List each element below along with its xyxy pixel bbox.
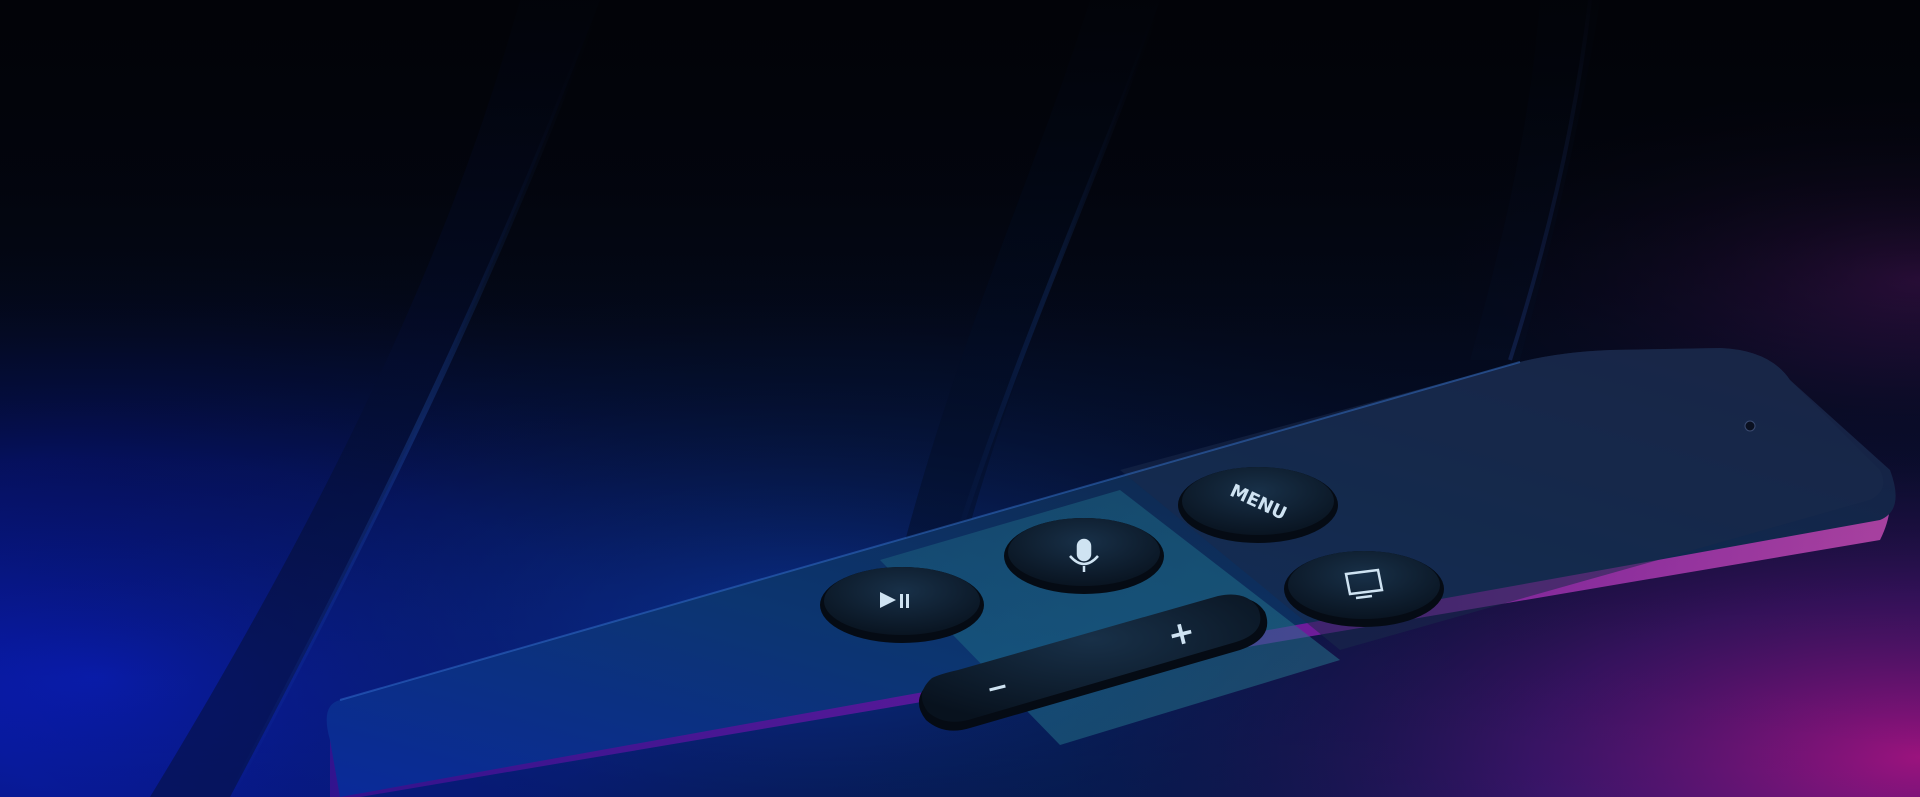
menu-button: MENU — [1178, 467, 1338, 543]
photo-scene: MENU − + — [0, 0, 1920, 797]
sensor-dot — [1744, 420, 1756, 432]
photo-canvas: MENU − + — [0, 0, 1920, 797]
tv-home-button — [1284, 551, 1444, 627]
siri-button — [1004, 518, 1164, 594]
play-pause-button — [820, 567, 984, 643]
